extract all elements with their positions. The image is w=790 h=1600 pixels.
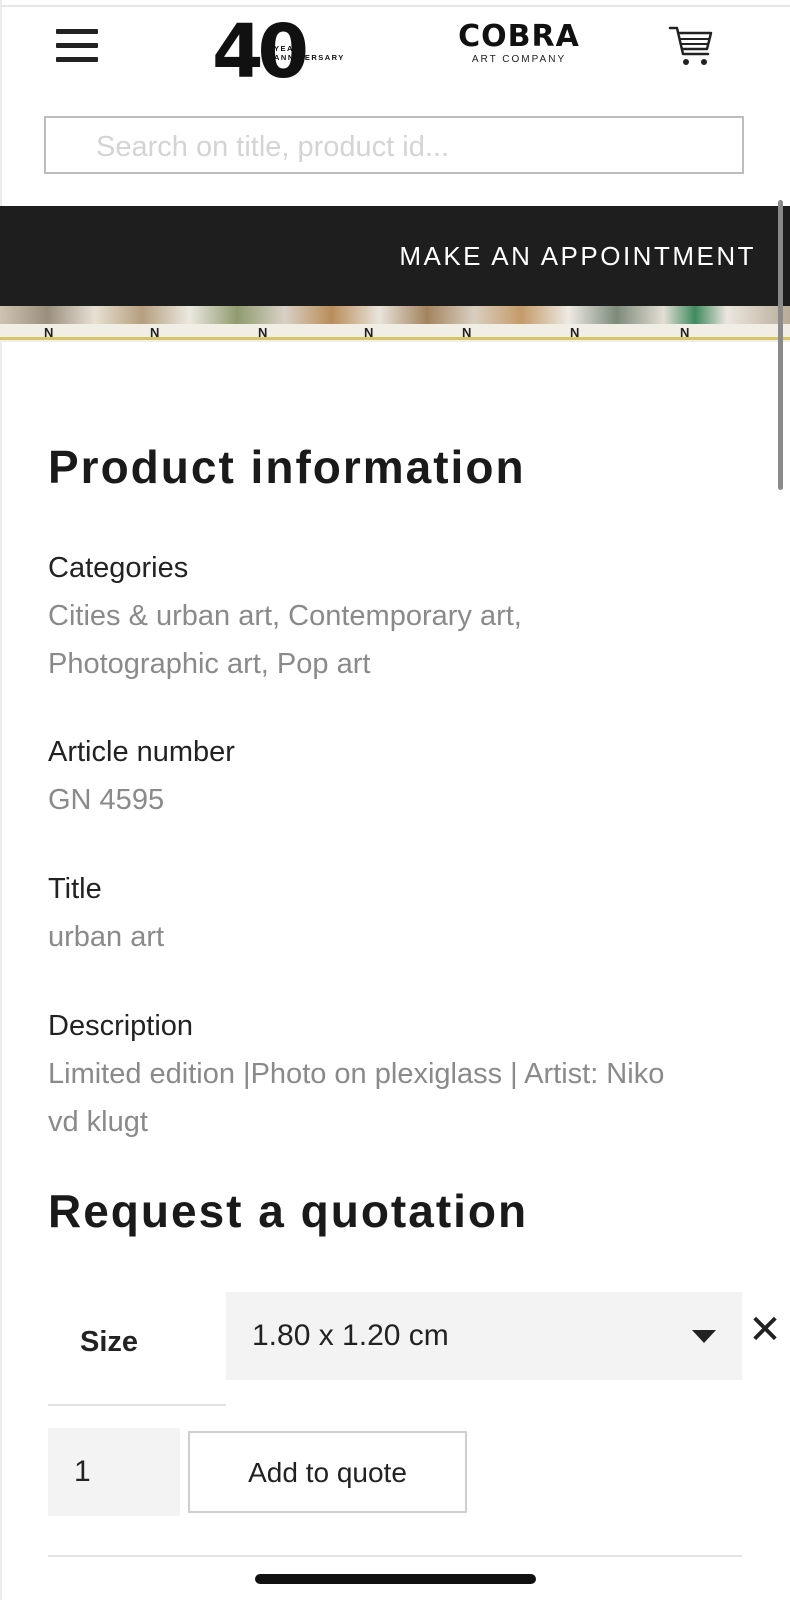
title-label: Title [48,873,102,905]
size-selected-value: 1.80 x 1.20 cm [252,1319,449,1352]
anniversary-logo[interactable]: 40 YEAR ANNIVERSARY [212,14,352,90]
anniversary-text: YEAR ANNIVERSARY [274,44,345,62]
categories-label: Categories [48,552,189,584]
product-image-strip: N N N N N N N [0,306,790,342]
search-box[interactable] [44,116,744,174]
appointment-bar: MAKE AN APPOINTMENT [0,206,790,306]
description-value-line2: vd klugt [48,1106,148,1138]
categories-value-line2: Photographic art, Pop art [48,648,371,680]
make-appointment-button[interactable]: MAKE AN APPOINTMENT [399,238,756,274]
hamburger-menu-icon[interactable] [56,27,98,63]
site-header: 40 YEAR ANNIVERSARY COBRA ART COMPANY [0,0,790,100]
shopping-cart-icon[interactable] [668,24,714,68]
size-select[interactable]: 1.80 x 1.20 cm [226,1292,742,1380]
scrollbar[interactable] [778,200,783,490]
size-label-divider [48,1404,226,1406]
brand-subtitle: ART COMPANY [471,54,567,65]
categories-value-line1: Cities & urban art, Contemporary art, [48,600,522,632]
dropdown-caret-icon [692,1330,716,1343]
size-label: Size [80,1326,139,1358]
add-to-quote-button[interactable]: Add to quote [188,1431,467,1513]
clear-selection-icon[interactable]: ✕ [748,1310,782,1350]
description-value-line1: Limited edition |Photo on plexiglass | A… [48,1058,665,1090]
description-label: Description [48,1010,194,1042]
divider [48,1555,742,1557]
quantity-input[interactable] [48,1428,180,1516]
article-number-value: GN 4595 [48,784,165,816]
brand-logo[interactable]: COBRA ART COMPANY [446,20,592,70]
article-number-label: Article number [48,736,235,768]
title-value: urban art [48,921,165,953]
quotation-heading: Request a quotation [48,1185,529,1237]
home-indicator [255,1574,536,1584]
product-info-heading: Product information [48,441,526,493]
search-input[interactable] [94,126,728,168]
brand-name: COBRA [458,19,580,54]
